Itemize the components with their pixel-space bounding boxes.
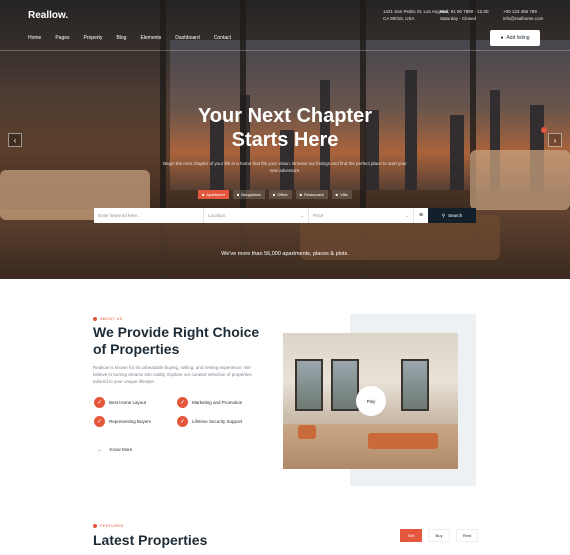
bungalow-icon: ■ [236,192,240,197]
layout-icon: ✓ [94,397,105,408]
hero-title: Your Next Chapter Starts Here [197,105,373,151]
know-more-link[interactable]: → Know More [97,447,132,452]
location-select[interactable]: Location ⌄ [204,208,309,223]
nav-home[interactable]: Home [28,35,41,41]
slider-prev-button[interactable]: ‹ [8,133,22,147]
nav-elements[interactable]: Elements [140,35,161,41]
hero-count-text: We've more than 56,000 apartments, place… [221,251,349,257]
sliders-icon: ≡ [418,212,424,219]
villa-icon: ■ [335,192,339,197]
header-hours: Mail: 91 90 7890 - 12.00 Saturday - Clos… [440,9,489,21]
advanced-filter-button[interactable]: ≡ [414,208,428,223]
nav-pages[interactable]: Pages [55,35,69,41]
feature-item: ✓ Best Home Layout [94,397,146,408]
nav-dashboard[interactable]: Dashboard [175,35,199,41]
restaurant-icon: ■ [299,192,303,197]
handshake-icon: ✓ [94,416,105,427]
tab-bungalows[interactable]: ■ Bungalows [232,190,265,199]
office-icon: ■ [272,192,276,197]
tab-restaurant[interactable]: ■ Restaurant [295,190,328,199]
listing-type-tabs: Sell Buy Rent [400,529,478,542]
property-type-tabs: ■ Apartment ■ Bungalows ■ Office ■ Restauran… [198,190,352,199]
chevron-down-icon: ⌄ [405,212,409,218]
feature-item: ✓ Marketing and Promotion [177,397,242,408]
tab-rent[interactable]: Rent [456,529,478,542]
feature-item: ✓ Lifetime Security Support [177,416,242,427]
chevron-right-icon: › [553,135,557,145]
hero-subtitle: Begin the next chapter of your life in a… [163,161,407,173]
slider-indicator [541,127,547,133]
header-divider [0,50,570,51]
search-bar: Enter keyword here... Location ⌄ Price ⌄ ≡… [94,208,476,223]
apartment-icon: ■ [202,192,205,197]
chevron-down-icon: ⌄ [300,212,304,218]
tab-apartment[interactable]: ■ Apartment [198,190,229,199]
dot-icon [93,523,97,528]
about-text: Reallow is known for its unbeatable buyi… [93,365,252,384]
arrow-right-icon: → [97,447,102,452]
search-button[interactable]: ⚲ Search [428,208,476,223]
keyword-input[interactable]: Enter keyword here... [94,208,204,223]
latest-eyebrow: FEATURED [93,523,124,528]
about-eyebrow: ABOUT US [93,316,123,321]
add-listing-button[interactable]: ● Add listing [490,30,540,46]
feature-item: ✓ Representing Buyers [94,416,151,427]
main-nav: Home Pages Property Blog Elements Dashbo… [28,35,231,41]
about-title: We Provide Right Choice of Properties [93,324,260,357]
latest-title: Latest Properties [93,532,208,548]
site-logo[interactable]: Reallow. [28,10,68,21]
shield-icon: ✓ [177,416,188,427]
megaphone-icon: ✓ [177,397,188,408]
play-video-button[interactable]: Play [356,386,386,416]
nav-property[interactable]: Property [84,35,103,41]
user-icon: ● [500,35,504,41]
header-contact: +00 123 456 789 info@realhome.com [503,9,544,21]
nav-contact[interactable]: Contact [214,35,231,41]
tab-villa[interactable]: ■ Villa [331,190,352,199]
nav-blog[interactable]: Blog [116,35,126,41]
tab-buy[interactable]: Buy [428,529,450,542]
tab-office[interactable]: ■ Office [268,190,292,199]
search-icon: ⚲ [441,212,446,218]
dot-icon [93,316,97,321]
chevron-left-icon: ‹ [13,135,17,145]
slider-next-button[interactable]: › [548,133,562,147]
price-select[interactable]: Price ⌄ [309,208,414,223]
tab-sell[interactable]: Sell [400,529,422,542]
